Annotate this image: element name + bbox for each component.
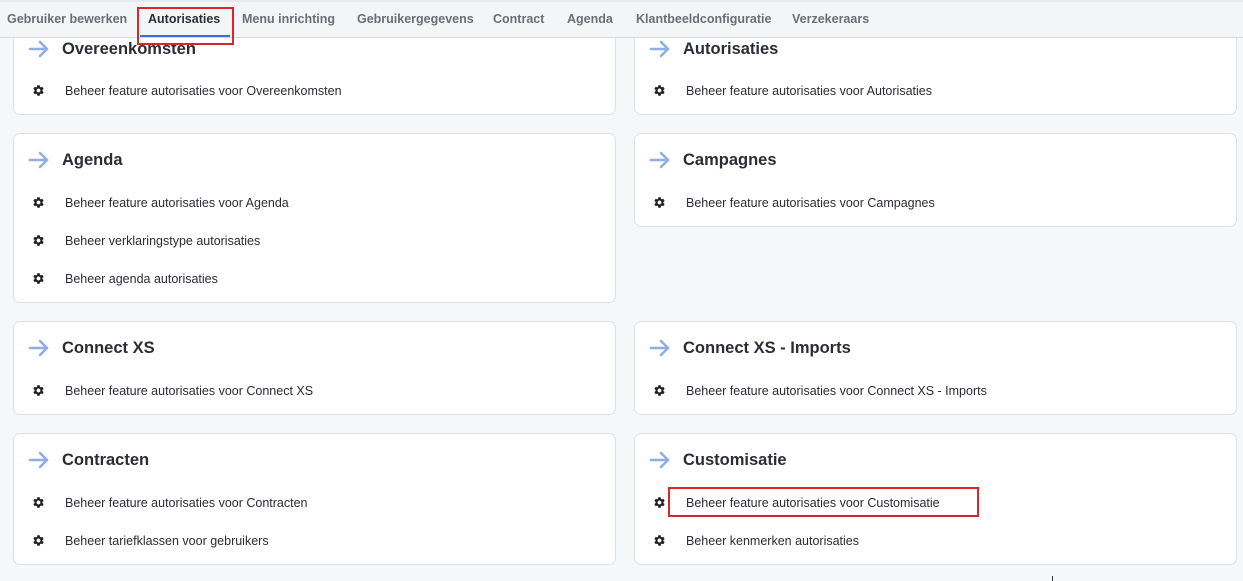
gear-icon xyxy=(33,235,44,246)
gear-icon xyxy=(33,85,44,96)
link-item-label[interactable]: Beheer feature autorisaties voor Contrac… xyxy=(65,493,308,513)
tab-agenda[interactable]: Agenda xyxy=(567,0,613,38)
arrow-right-icon xyxy=(28,339,49,357)
section-card-customisatie: Customisatie Beheer feature autorisaties… xyxy=(634,433,1237,565)
tab-contract[interactable]: Contract xyxy=(493,0,544,38)
tab-gebruikergegevens[interactable]: Gebruikergegevens xyxy=(357,0,474,38)
arrow-right-icon xyxy=(649,451,670,469)
section-title: Campagnes xyxy=(683,151,777,169)
tab-autorisaties[interactable]: Autorisaties xyxy=(148,0,220,38)
tab-verzekeraars[interactable]: Verzekeraars xyxy=(792,0,869,38)
gear-icon xyxy=(654,497,665,508)
arrow-right-icon xyxy=(649,40,670,58)
section-title: Autorisaties xyxy=(683,40,779,58)
link-item-label[interactable]: Beheer feature autorisaties voor Campagn… xyxy=(686,193,935,213)
link-item-label[interactable]: Beheer feature autorisaties voor Customi… xyxy=(686,493,940,513)
tab-klantbeeldconfiguratie[interactable]: Klantbeeldconfiguratie xyxy=(636,0,771,38)
gear-icon xyxy=(654,385,665,396)
gear-icon xyxy=(33,273,44,284)
gear-icon xyxy=(33,497,44,508)
arrow-right-icon xyxy=(649,151,670,169)
section-title: Connect XS - Imports xyxy=(683,339,851,357)
link-item-label[interactable]: Beheer feature autorisaties voor Overeen… xyxy=(65,81,342,101)
link-item-label[interactable]: Beheer verklaringstype autorisaties xyxy=(65,231,260,251)
gear-icon xyxy=(654,197,665,208)
section-title: Connect XS xyxy=(62,339,155,357)
tab-bar: Gebruiker bewerken Autorisaties Menu inr… xyxy=(0,0,1243,38)
link-item-label[interactable]: Beheer kenmerken autorisaties xyxy=(686,531,859,551)
section-card-connect-xs: Connect XS Beheer feature autorisaties v… xyxy=(13,321,616,415)
section-card-agenda: Agenda Beheer feature autorisaties voor … xyxy=(13,133,616,303)
section-card-overeenkomsten: Overeenkomsten Beheer feature autorisati… xyxy=(13,26,616,115)
section-title: Agenda xyxy=(62,151,123,169)
gear-icon xyxy=(33,535,44,546)
arrow-right-icon xyxy=(28,451,49,469)
arrow-right-icon xyxy=(28,151,49,169)
section-card-campagnes: Campagnes Beheer feature autorisaties vo… xyxy=(634,133,1237,227)
section-title: Customisatie xyxy=(683,451,787,469)
section-card-contracten: Contracten Beheer feature autorisaties v… xyxy=(13,433,616,565)
gear-icon xyxy=(654,535,665,546)
mouse-cursor xyxy=(1052,576,1053,581)
link-item-label[interactable]: Beheer feature autorisaties voor Connect… xyxy=(65,381,313,401)
link-item-label[interactable]: Beheer feature autorisaties voor Connect… xyxy=(686,381,987,401)
gear-icon xyxy=(654,85,665,96)
tab-gebruiker-bewerken[interactable]: Gebruiker bewerken xyxy=(7,0,127,38)
link-item-label[interactable]: Beheer feature autorisaties voor Autoris… xyxy=(686,81,932,101)
gear-icon xyxy=(33,385,44,396)
link-item-label[interactable]: Beheer feature autorisaties voor Agenda xyxy=(65,193,289,213)
active-tab-indicator xyxy=(140,35,230,37)
section-card-autorisaties: Autorisaties Beheer feature autorisaties… xyxy=(634,26,1237,115)
arrow-right-icon xyxy=(28,40,49,58)
gear-icon xyxy=(33,197,44,208)
link-item-label[interactable]: Beheer agenda autorisaties xyxy=(65,269,218,289)
section-card-connect-xs-imports: Connect XS - Imports Beheer feature auto… xyxy=(634,321,1237,415)
arrow-right-icon xyxy=(649,339,670,357)
link-item-label[interactable]: Beheer tariefklassen voor gebruikers xyxy=(65,531,269,551)
section-title: Overeenkomsten xyxy=(62,40,196,58)
tab-menu-inrichting[interactable]: Menu inrichting xyxy=(242,0,335,38)
section-title: Contracten xyxy=(62,451,150,469)
